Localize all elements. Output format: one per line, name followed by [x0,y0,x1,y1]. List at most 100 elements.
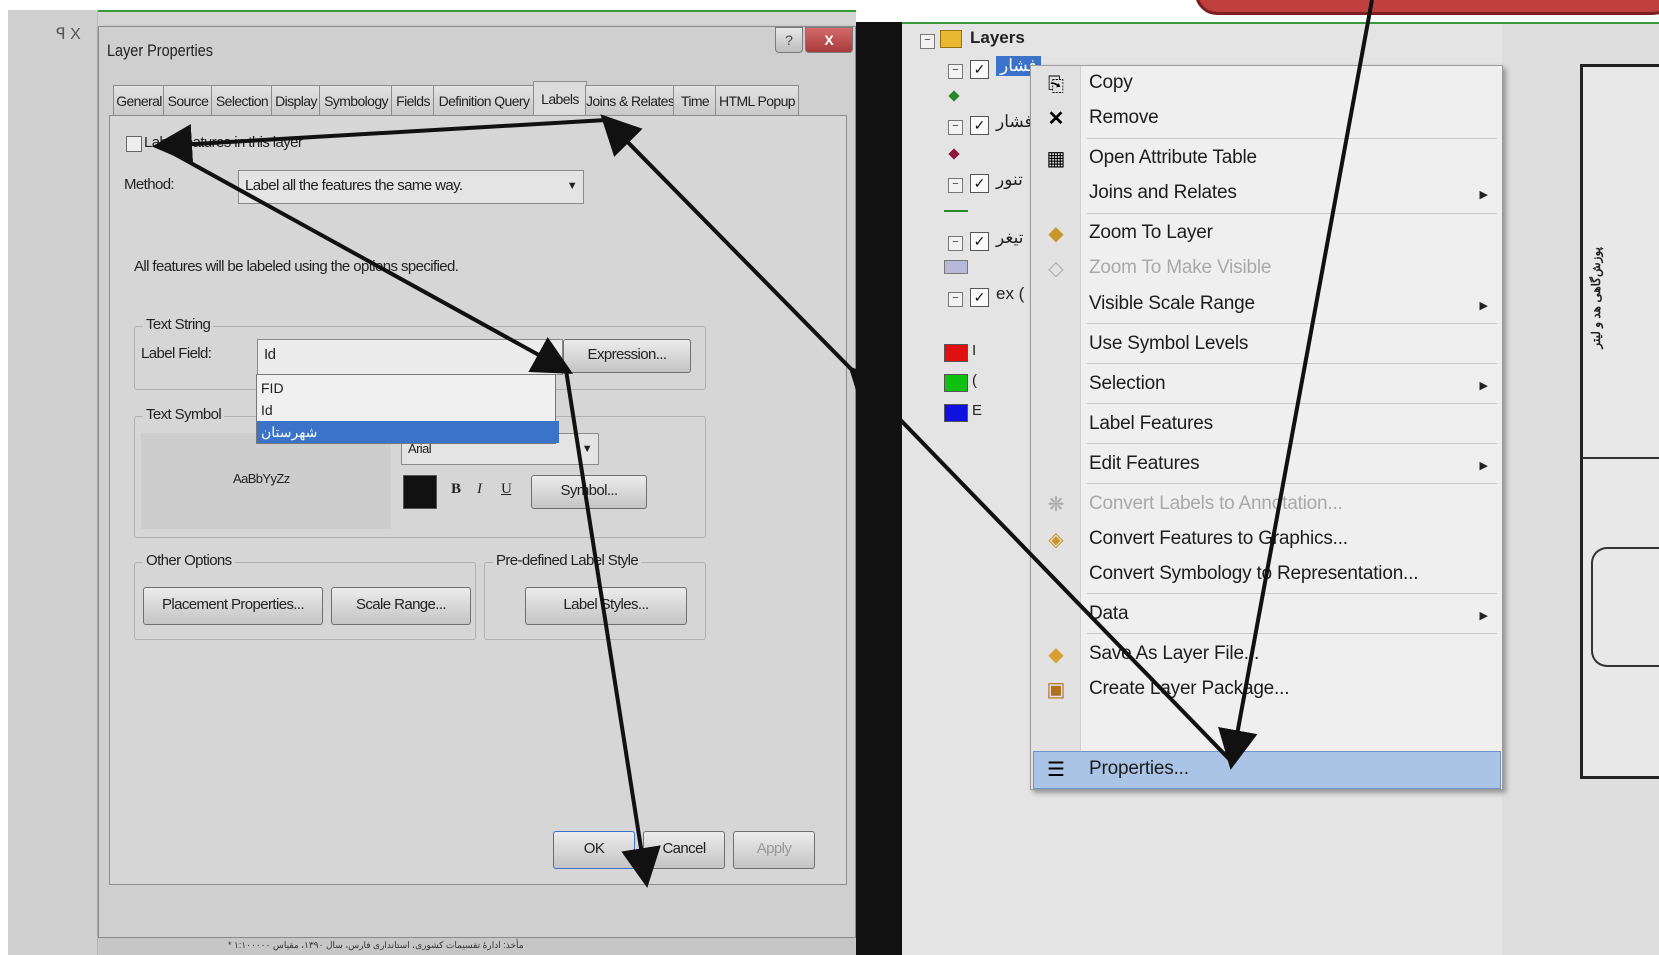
dropdown-option-id[interactable]: Id [257,399,559,421]
zoom-layer-icon: ◆ [1048,223,1064,245]
menu-separator [1087,633,1497,634]
menu-separator [1087,593,1497,594]
layer-visibility-checkbox[interactable]: ✓ [970,174,989,193]
legend-swatch-red [944,344,968,362]
menu-item-data[interactable]: Data [1089,603,1129,625]
ok-button[interactable]: OK [553,831,635,869]
collapse-icon[interactable]: − [920,34,935,49]
map-footer-strip: * مأخذ: ادارهٔ تقسیمات کشوری، استانداری … [98,938,856,955]
tab-source[interactable]: Source [163,85,213,116]
menu-item-joins-relates[interactable]: Joins and Relates [1089,182,1237,204]
layer-name[interactable]: تیغر [996,228,1023,248]
dropdown-option-fid[interactable]: FID [257,377,559,399]
label-styles-button[interactable]: Label Styles... [525,587,687,625]
submenu-arrow-icon: ▶ [1479,189,1488,201]
menu-item-use-symbol-levels[interactable]: Use Symbol Levels [1089,333,1248,355]
tab-general[interactable]: General [113,85,165,116]
convert-labels-icon: ❋ [1047,494,1065,516]
collapse-icon[interactable]: − [948,178,963,193]
label-features-label: Label features in this layer [144,134,303,151]
color-picker-button[interactable] [403,475,437,509]
close-button[interactable]: X [805,27,853,53]
cancel-button[interactable]: Cancel [643,831,725,869]
remove-icon: ✕ [1047,108,1065,130]
tab-time[interactable]: Time [673,85,717,116]
convert-graphics-icon: ◈ [1048,529,1064,551]
scale-range-button[interactable]: Scale Range... [331,587,471,625]
map-vertical-title: پوزش‌گاهی هد و لیتر [1589,247,1603,349]
menu-item-remove[interactable]: Remove [1089,107,1159,129]
layer-visibility-checkbox[interactable]: ✓ [970,116,989,135]
tab-selection[interactable]: Selection [211,85,273,116]
menu-item-convert-labels[interactable]: Convert Labels to Annotation... [1089,493,1343,515]
menu-item-label-features[interactable]: Label Features [1089,413,1213,435]
polygon-symbol-icon [944,260,968,274]
tab-labels[interactable]: Labels [533,81,587,116]
label-field-dropdown-list: FID Id شهرستان [256,374,559,444]
panel-pin-close-icon[interactable]: ꟼ X [56,24,81,44]
label-field-select[interactable]: Id ▼ [257,339,563,375]
layers-root-label[interactable]: Layers [970,28,1025,48]
tab-html-popup[interactable]: HTML Popup [715,85,799,116]
menu-item-selection[interactable]: Selection [1089,373,1166,395]
submenu-arrow-icon: ▶ [1479,300,1488,312]
tab-definition-query[interactable]: Definition Query [433,85,535,116]
method-label: Method: [124,176,175,193]
menu-item-properties[interactable]: Properties... [1089,758,1189,780]
collapse-icon[interactable]: − [948,292,963,307]
underline-button[interactable]: U [501,481,512,498]
tab-joins-relates[interactable]: Joins & Relates [585,85,675,116]
chevron-down-icon: ▼ [581,443,593,455]
menu-item-convert-symbology[interactable]: Convert Symbology to Representation... [1089,563,1419,585]
layer-visibility-checkbox[interactable]: ✓ [970,232,989,251]
collapse-icon[interactable]: − [948,64,963,79]
label-field-value: Id [264,346,276,363]
tab-bar: General Source Selection Display Symbolo… [113,81,853,116]
layer-name[interactable]: ex ( [996,284,1024,304]
menu-separator [1087,363,1497,364]
placement-properties-button[interactable]: Placement Properties... [143,587,323,625]
layer-name[interactable]: تنور [996,170,1023,190]
layer-name[interactable]: فشار [996,112,1033,132]
submenu-arrow-icon: ▶ [1479,380,1488,392]
layer-visibility-checkbox[interactable]: ✓ [970,288,989,307]
menu-item-open-attribute-table[interactable]: Open Attribute Table [1089,147,1257,169]
label-features-checkbox[interactable] [126,136,142,152]
layer-file-icon: ◆ [1048,644,1064,666]
chevron-down-icon: ▼ [566,180,578,192]
expression-button[interactable]: Expression... [563,339,691,373]
legend-label: E [972,402,983,419]
label-field-label: Label Field: [141,345,212,362]
method-select[interactable]: Label all the features the same way. ▼ [238,170,584,204]
menu-item-convert-graphics[interactable]: Convert Features to Graphics... [1089,528,1348,550]
point-symbol-icon [948,148,960,160]
tab-display[interactable]: Display [271,85,321,116]
symbol-button[interactable]: Symbol... [531,475,647,509]
menu-item-visible-scale-range[interactable]: Visible Scale Range [1089,293,1255,315]
legend-swatch-blue [944,404,968,422]
dropdown-option-selected[interactable]: شهرستان [257,421,559,443]
help-button[interactable]: ? [775,27,803,53]
bold-button[interactable]: B [451,481,461,498]
collapse-icon[interactable]: − [948,236,963,251]
tab-symbology[interactable]: Symbology [319,85,393,116]
apply-button[interactable]: Apply [733,831,815,869]
legend-swatch-green [944,374,968,392]
layers-icon [940,30,962,48]
layout-legend-box [1591,547,1659,667]
italic-button[interactable]: I [477,481,482,498]
menu-item-zoom-to-layer[interactable]: Zoom To Layer [1089,222,1213,244]
layer-visibility-checkbox[interactable]: ✓ [970,60,989,79]
menu-item-zoom-to-make-visible[interactable]: Zoom To Make Visible [1089,257,1271,279]
predefined-style-group: Pre-defined Label Style Label Styles... [484,552,706,640]
collapse-icon[interactable]: − [948,120,963,135]
menu-item-edit-features[interactable]: Edit Features [1089,453,1200,475]
menu-item-create-layer-package[interactable]: Create Layer Package... [1089,678,1289,700]
menu-item-copy[interactable]: Copy [1089,72,1133,94]
callout-banner [1195,0,1659,15]
toc-side-strip: ꟼ X [8,10,98,955]
tab-fields[interactable]: Fields [391,85,435,116]
menu-item-save-layer-file[interactable]: Save As Layer File... [1089,643,1259,665]
text-string-title: Text String [143,316,214,333]
layer-package-icon: ▣ [1046,679,1066,701]
